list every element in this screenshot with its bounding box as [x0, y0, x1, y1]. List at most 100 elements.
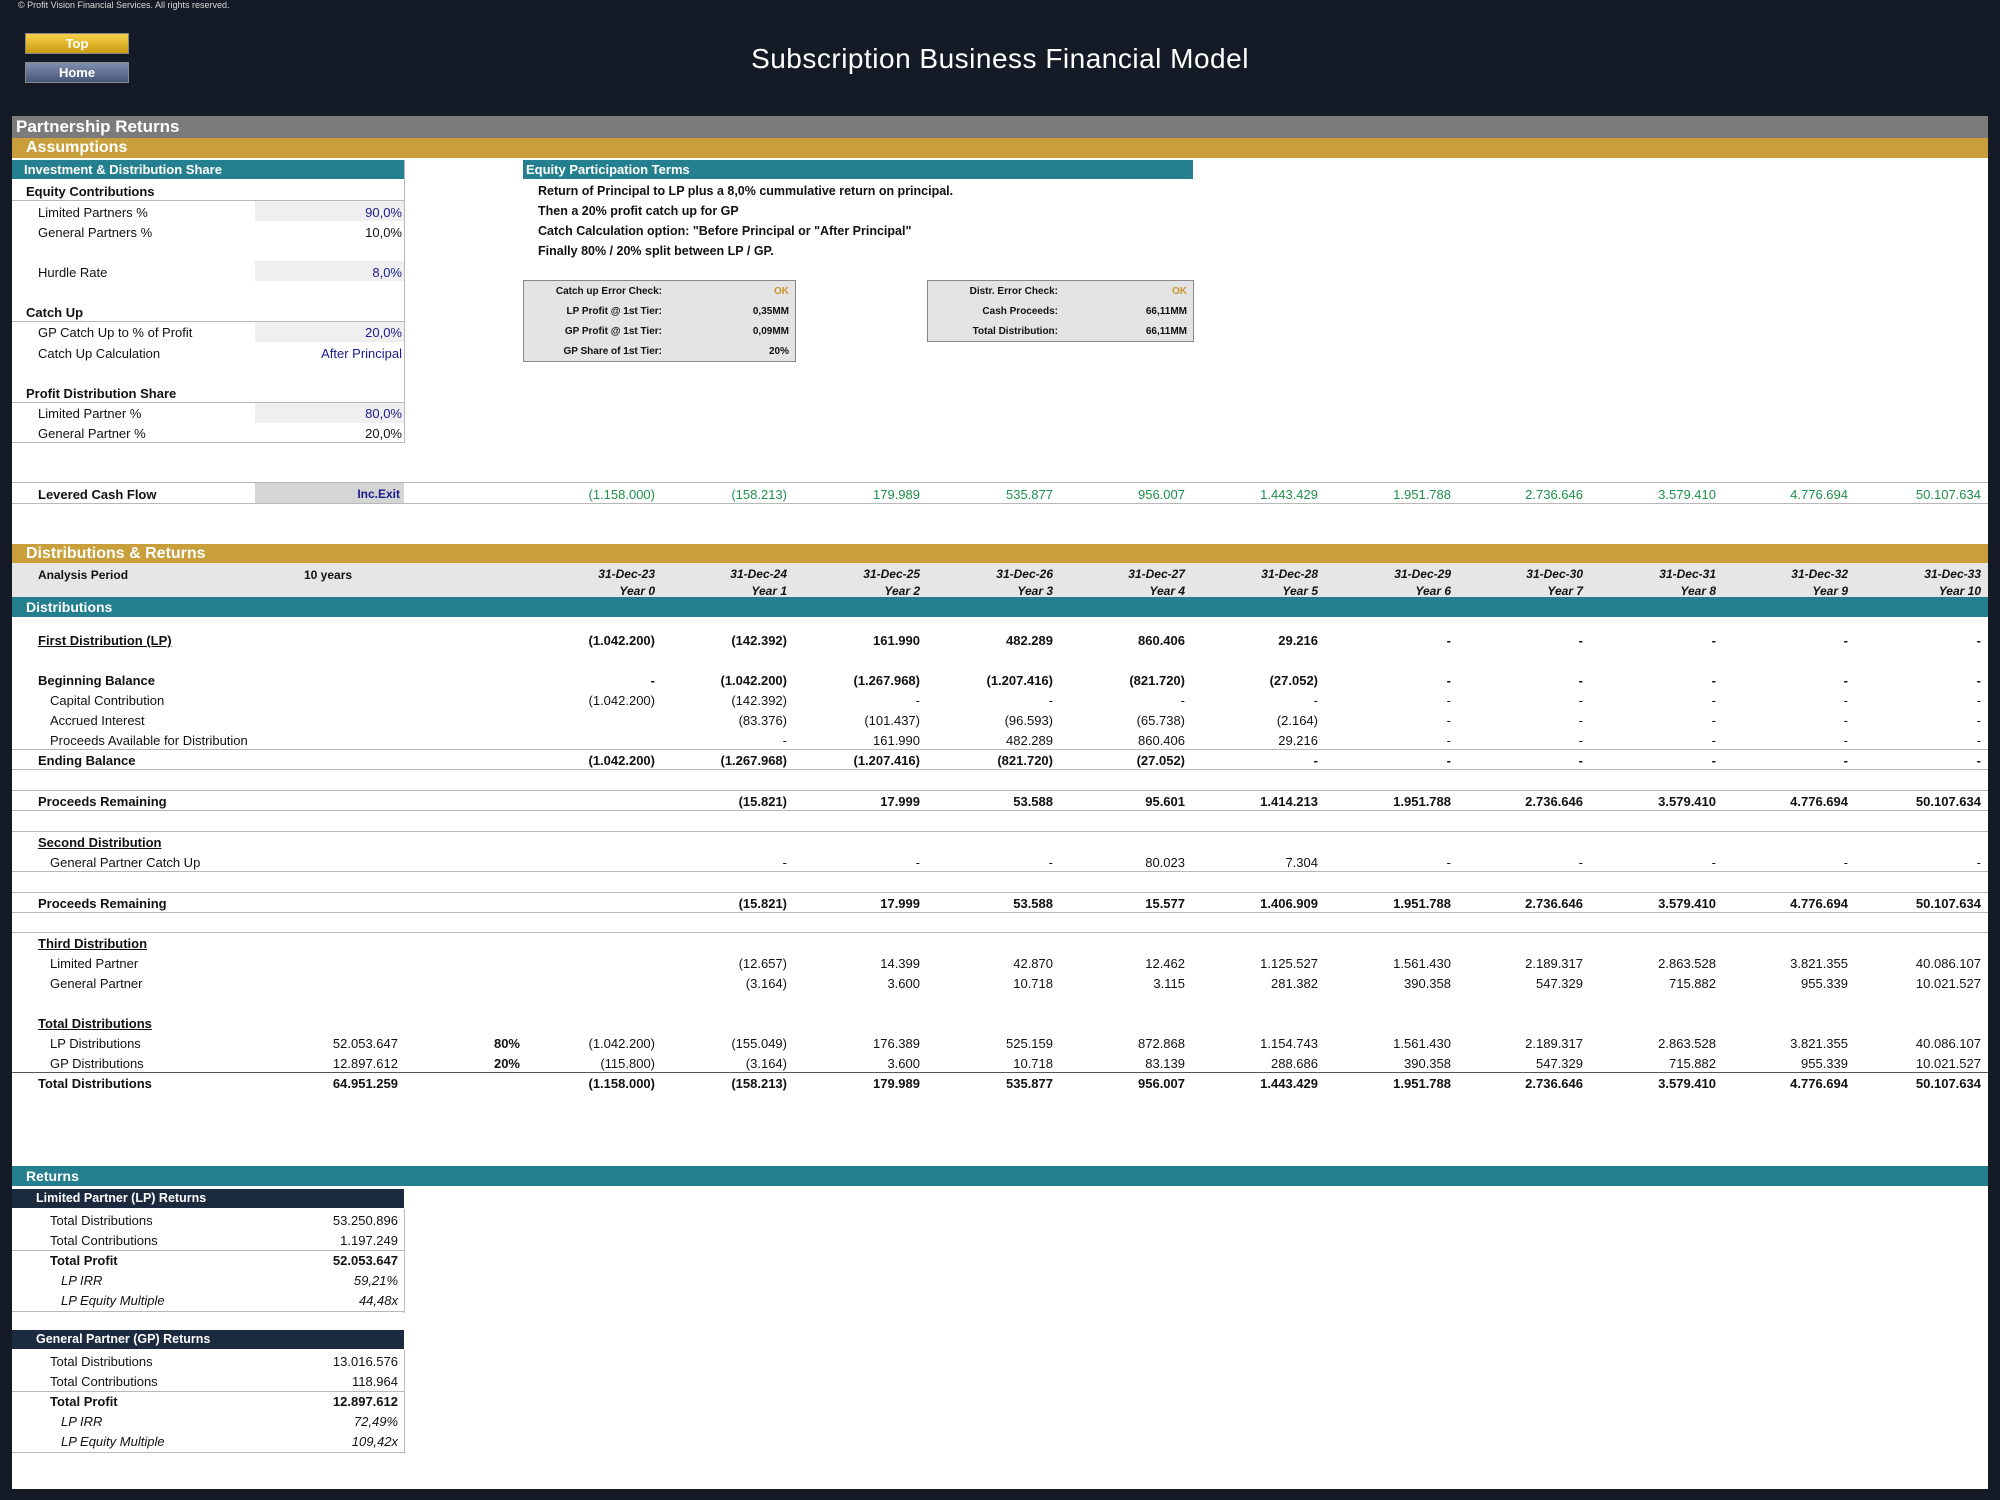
- lp-share-label: Limited Partner %: [38, 406, 142, 421]
- period-date: 31-Dec-28: [1261, 567, 1318, 581]
- row-cell: (1.042.200): [588, 633, 656, 648]
- row-cell: 161.990: [873, 733, 920, 748]
- row-cell: 482.289: [1006, 633, 1053, 648]
- row-cell: 3.600: [887, 1056, 920, 1071]
- row-cell: -: [1843, 693, 1848, 708]
- row-cell: (3.164): [745, 976, 787, 991]
- row-cell: 17.999: [880, 794, 920, 809]
- row-cell: -: [1578, 673, 1583, 688]
- levered-cash-flow-cell: 1.443.429: [1260, 487, 1318, 502]
- row-cell: 715.882: [1669, 1056, 1716, 1071]
- distribution-check-box: Distr. Error Check: OK Cash Proceeds: 66…: [927, 280, 1194, 342]
- row-cell: 50.107.634: [1915, 896, 1981, 911]
- period-date: 31-Dec-32: [1791, 567, 1848, 581]
- row-cell: (821.720): [997, 753, 1053, 768]
- row-cell: (2.164): [1276, 713, 1318, 728]
- model-title: Subscription Business Financial Model: [751, 43, 1249, 74]
- levered-cash-flow-cell: 535.877: [1006, 487, 1053, 502]
- terms-line-4: Finally 80% / 20% split between LP / GP.: [538, 244, 774, 258]
- row-cell: 42.870: [1013, 956, 1053, 971]
- terms-line-1: Return of Principal to LP plus a 8,0% cu…: [538, 184, 954, 198]
- row-cell: -: [1578, 693, 1583, 708]
- gp-returns-header: General Partner (GP) Returns: [12, 1330, 404, 1349]
- hurdle-label: Hurdle Rate: [38, 265, 108, 280]
- row-cell: -: [1711, 855, 1716, 870]
- row-cell: (1.042.200): [588, 693, 656, 708]
- returns-value: 52.053.647: [332, 1253, 398, 1268]
- row-cell: 161.990: [873, 633, 920, 648]
- levered-cash-flow-cell: (158.213): [731, 487, 787, 502]
- row-cell: 10.021.527: [1915, 976, 1981, 991]
- row-cell: -: [1711, 693, 1716, 708]
- row-cell: (1.042.200): [720, 673, 788, 688]
- row-cell: 281.382: [1271, 976, 1318, 991]
- row-cell: (65.738): [1136, 713, 1185, 728]
- row-cell: 17.999: [880, 896, 920, 911]
- row-label: Capital Contribution: [50, 693, 165, 708]
- levered-cash-flow-cell: 956.007: [1138, 487, 1185, 502]
- returns-label: Total Distributions: [50, 1354, 153, 1369]
- row-cell: 2.736.646: [1525, 896, 1583, 911]
- row-label: Beginning Balance: [38, 673, 156, 688]
- distributions-returns-band: Distributions & Returns: [12, 544, 1988, 564]
- row-label: Third Distribution: [38, 936, 148, 951]
- distributions-band: Distributions: [12, 597, 1988, 617]
- catch-up-calc-value[interactable]: After Principal: [255, 346, 402, 361]
- row-label: Proceeds Available for Distribution: [50, 733, 248, 748]
- row-cell: -: [1976, 855, 1981, 870]
- divider: [12, 749, 1988, 750]
- row-share-pct: 20%: [493, 1056, 520, 1071]
- row-cell: -: [1048, 855, 1053, 870]
- row-label: Ending Balance: [38, 753, 136, 768]
- period-date: 31-Dec-30: [1526, 567, 1583, 581]
- row-cell: 1.951.788: [1393, 1076, 1451, 1091]
- period-date: 31-Dec-26: [996, 567, 1053, 581]
- period-date: 31-Dec-24: [730, 567, 787, 581]
- row-cell: (15.821): [738, 896, 787, 911]
- divider: [12, 892, 1988, 893]
- row-cell: (1.042.200): [588, 753, 656, 768]
- equity-contributions-label: Equity Contributions: [26, 184, 155, 199]
- period-date: 31-Dec-27: [1128, 567, 1185, 581]
- gp-share-tier-label: GP Share of 1st Tier:: [563, 346, 662, 357]
- period-year: Year 2: [884, 584, 920, 598]
- row-cell: 2.189.317: [1525, 956, 1583, 971]
- row-cell: 1.951.788: [1393, 896, 1451, 911]
- hurdle-value: 8,0%: [372, 265, 402, 280]
- row-cell: -: [782, 733, 787, 748]
- period-date: 31-Dec-29: [1394, 567, 1451, 581]
- gp-share-tier-value: 20%: [768, 346, 789, 357]
- row-cell: -: [650, 673, 655, 688]
- returns-value: 12.897.612: [332, 1394, 398, 1409]
- investment-header: Investment & Distribution Share: [12, 160, 404, 179]
- row-cell: 2.863.528: [1658, 956, 1716, 971]
- row-cell: -: [1578, 855, 1583, 870]
- row-cell: -: [1843, 733, 1848, 748]
- returns-value: 72,49%: [353, 1414, 398, 1429]
- row-cell: 12.462: [1145, 956, 1185, 971]
- row-cell: (27.052): [1269, 673, 1318, 688]
- period-year: Year 6: [1415, 584, 1451, 598]
- returns-band: Returns: [12, 1166, 1988, 1186]
- row-cell: -: [1843, 855, 1848, 870]
- terms-line-2: Then a 20% profit catch up for GP: [538, 204, 739, 218]
- row-cell: (1.207.416): [853, 753, 921, 768]
- returns-value: 109,42x: [351, 1434, 398, 1449]
- returns-border: [404, 1209, 405, 1313]
- row-share-pct: 80%: [493, 1036, 520, 1051]
- divider: [12, 1250, 404, 1251]
- row-cell: 3.579.410: [1658, 1076, 1716, 1091]
- row-cell: 715.882: [1669, 976, 1716, 991]
- returns-border: [404, 1350, 405, 1454]
- gp-pct-value: 10,0%: [365, 225, 402, 240]
- analysis-period-label: Analysis Period: [38, 568, 129, 582]
- row-cell: 1.561.430: [1393, 1036, 1451, 1051]
- period-year: Year 5: [1282, 584, 1318, 598]
- returns-label: Total Profit: [50, 1394, 118, 1409]
- profit-share-label: Profit Distribution Share: [26, 386, 177, 401]
- catch-up-error-check-value: OK: [774, 286, 789, 297]
- row-cell: 1.414.213: [1260, 794, 1318, 809]
- row-total: 52.053.647: [332, 1036, 398, 1051]
- lp-profit-tier-label: LP Profit @ 1st Tier:: [566, 306, 662, 317]
- row-cell: 50.107.634: [1915, 794, 1981, 809]
